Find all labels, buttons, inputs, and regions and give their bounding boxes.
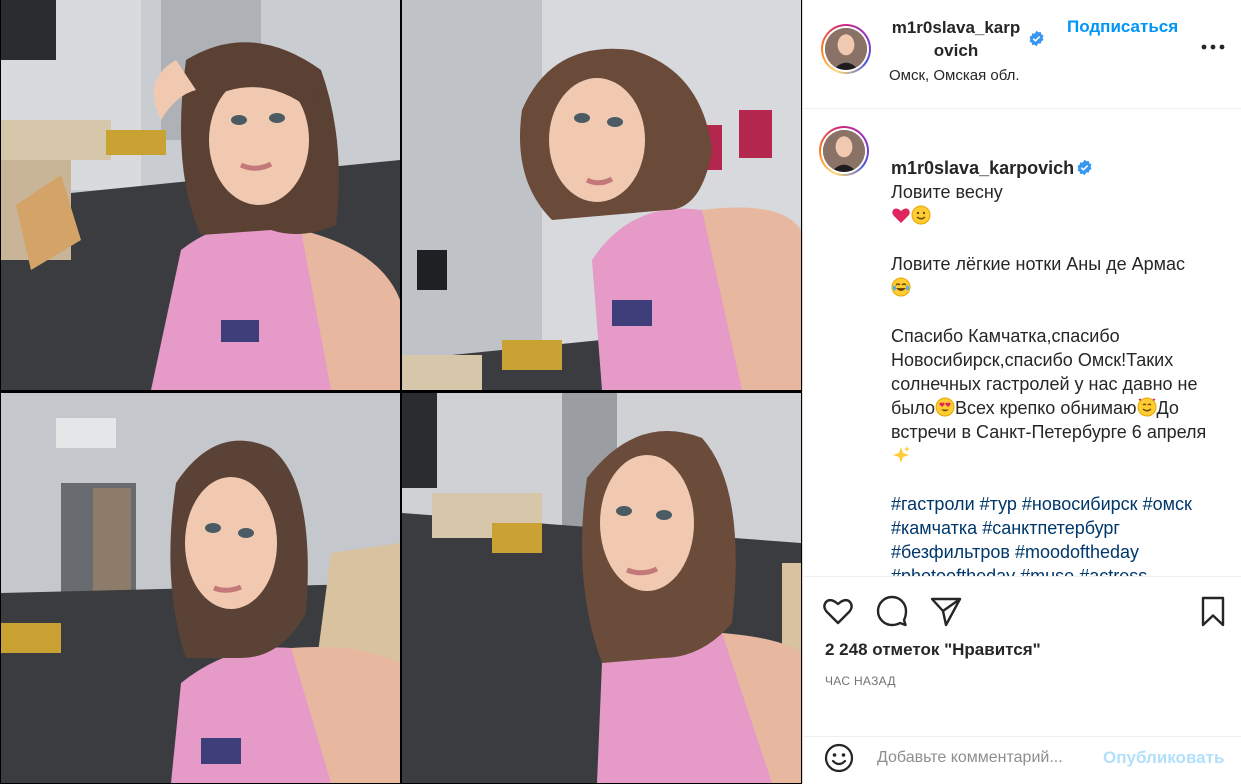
- hashtag-list: #гастроли #тур #новосибирск #омск #камча…: [891, 492, 1221, 576]
- caption-author-avatar[interactable]: [819, 126, 869, 176]
- post-timestamp[interactable]: ЧАС НАЗАД: [825, 674, 896, 688]
- verified-badge-icon: [1029, 30, 1044, 47]
- photo-tile-top-right: [402, 0, 801, 390]
- caption-area[interactable]: m1r0slava_karpovich Ловите весну Ловите …: [803, 110, 1241, 576]
- post-location[interactable]: Омск, Омская обл.: [889, 67, 1020, 84]
- caption-line-4: Всех крепко обнимаю: [954, 398, 1137, 418]
- post-actions: 2 248 отметок "Нравится" ЧАС НАЗАД: [803, 576, 1241, 736]
- red-heart-emoji-icon: [892, 208, 910, 223]
- caption-line-2: Ловите лёгкие нотки Аны де Армас: [891, 254, 1186, 274]
- comment-bubble-icon[interactable]: [875, 594, 909, 628]
- photo-tile-bottom-right: [402, 393, 801, 783]
- comment-input[interactable]: [877, 745, 1099, 771]
- add-comment-bar: Опубликовать: [803, 736, 1241, 784]
- caption-text: m1r0slava_karpovich Ловите весну Ловите …: [891, 132, 1221, 576]
- likes-count[interactable]: 2 248 отметок "Нравится": [825, 640, 1041, 660]
- hashtag-link[interactable]: #actress: [1079, 566, 1147, 576]
- hashtag-link[interactable]: #санктпетербург: [982, 518, 1120, 538]
- smiling-face-with-hearts-emoji-icon: [1137, 397, 1157, 417]
- hashtag-link[interactable]: #безфильтров: [891, 542, 1010, 562]
- hashtag-link[interactable]: #гастроли: [891, 494, 975, 514]
- more-options-icon[interactable]: [1199, 37, 1227, 57]
- hashtag-link[interactable]: #photooftheday: [891, 566, 1015, 576]
- photo-tile-top-left: [1, 0, 400, 390]
- tears-of-joy-emoji-icon: [891, 277, 911, 297]
- follow-button[interactable]: Подписаться: [1067, 17, 1178, 37]
- verified-badge-icon: [1077, 159, 1092, 176]
- heart-eyes-emoji-icon: [935, 397, 955, 417]
- photo-tile-bottom-left: [1, 393, 400, 783]
- hashtag-link[interactable]: #moodoftheday: [1015, 542, 1139, 562]
- caption-username[interactable]: m1r0slava_karpovich: [891, 158, 1074, 178]
- hashtag-link[interactable]: #камчатка: [891, 518, 977, 538]
- hashtag-link[interactable]: #muse: [1020, 566, 1074, 576]
- author-avatar[interactable]: [821, 24, 871, 74]
- smiley-icon[interactable]: [823, 742, 855, 774]
- hashtag-link[interactable]: #тур: [980, 494, 1017, 514]
- paper-plane-icon[interactable]: [929, 594, 963, 628]
- sparkles-emoji-icon: [893, 446, 910, 463]
- publish-comment-button[interactable]: Опубликовать: [1103, 748, 1224, 768]
- hashtag-link[interactable]: #омск: [1143, 494, 1192, 514]
- post-header: m1r0slava_karp ovich Подписаться Омск, О…: [803, 0, 1241, 109]
- post-side-panel: m1r0slava_karp ovich Подписаться Омск, О…: [802, 0, 1241, 784]
- caption-line-1: Ловите весну: [891, 182, 1003, 202]
- heart-icon[interactable]: [821, 594, 855, 628]
- post-media-collage[interactable]: [0, 0, 802, 784]
- hashtag-link[interactable]: #новосибирск: [1022, 494, 1138, 514]
- bookmark-icon[interactable]: [1196, 594, 1230, 628]
- author-username[interactable]: m1r0slava_karp ovich: [891, 16, 1021, 62]
- smiling-face-emoji-icon: [911, 205, 931, 225]
